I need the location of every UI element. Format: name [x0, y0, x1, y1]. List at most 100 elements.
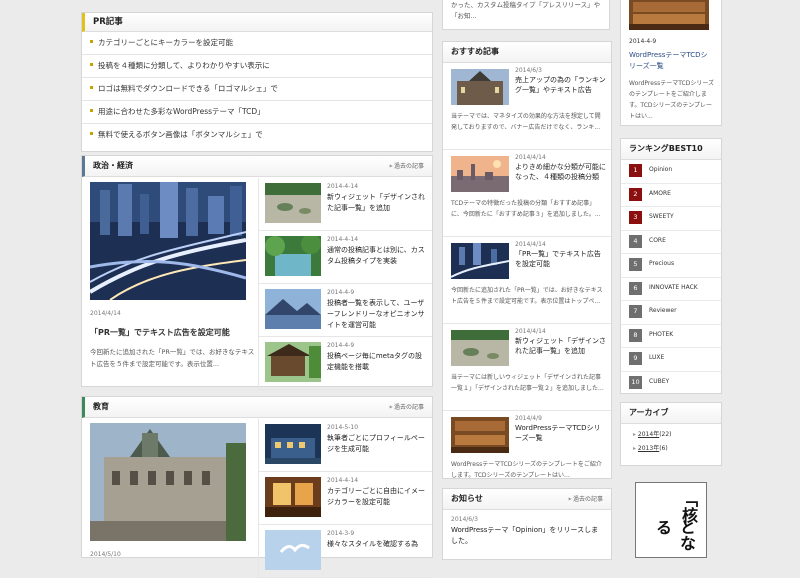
zen-garden-thumbnail[interactable]	[451, 330, 509, 366]
past-articles-link[interactable]: 過去の記事	[390, 156, 424, 177]
city-night-thumbnail[interactable]	[451, 243, 509, 279]
rank-name[interactable]: AMORE	[649, 190, 671, 197]
item-title[interactable]: 売上アップの為の「ランキング一覧」やテキスト広告	[515, 75, 607, 95]
news-text[interactable]: WordPressテーマ「Opinion」をリリースしました。	[443, 523, 611, 547]
rank-name[interactable]: Precious	[649, 260, 674, 267]
item-title[interactable]: WordPressテーマTCDシリーズ一覧	[515, 423, 607, 443]
past-articles-link[interactable]: 過去の記事	[390, 397, 424, 418]
ranking-item[interactable]: 9 LUXE	[621, 348, 721, 372]
archive-year[interactable]: 2013年	[638, 445, 659, 452]
library-thumbnail[interactable]	[451, 417, 509, 453]
article-list: 2014-5-10 執筆者ごとにプロフィールページを生成可能 2014-4-14…	[258, 419, 432, 578]
ranking-item[interactable]: 10 CUBEY	[621, 372, 721, 395]
rank-name[interactable]: CUBEY	[649, 378, 669, 385]
ranking-item[interactable]: 4 CORE	[621, 231, 721, 254]
house-thumbnail[interactable]	[265, 342, 321, 382]
interior-thumbnail[interactable]	[265, 477, 321, 517]
building-night-thumbnail[interactable]	[265, 424, 321, 464]
list-item[interactable]: 2014-4-9 投稿ページ毎にmetaタグの設定機能を搭載	[258, 337, 432, 390]
item-title[interactable]: 執筆者ごとにプロフィールページを生成可能	[327, 433, 428, 455]
library-thumbnail[interactable]	[629, 0, 709, 30]
ranking-item[interactable]: 7 Reviewer	[621, 301, 721, 325]
rank-number: 9	[629, 352, 642, 365]
item-excerpt: WordPressテーマTCDシリーズのテンプレートをご紹介します。TCDシリー…	[451, 461, 602, 479]
rank-number: 2	[629, 187, 642, 201]
stone-building-image[interactable]	[90, 423, 246, 541]
item-date: 2014-4-14	[327, 477, 359, 484]
pr-item[interactable]: 投稿を４種類に分類して、よりわかりやすい表示に	[82, 55, 432, 78]
item-title[interactable]: 新ウィジェット「デザインされた記事一覧」を追加	[515, 336, 607, 356]
archive-item[interactable]: 2013年(6)	[621, 438, 721, 452]
item-title[interactable]: カテゴリーごとに自由にイメージカラーを設定可能	[327, 486, 428, 508]
article-title[interactable]: 「PR一覧」でテキスト広告を設定可能	[90, 327, 256, 338]
past-articles-link[interactable]: 過去の記事	[569, 489, 603, 510]
pr-item[interactable]: カテゴリーごとにキーカラーを設定可能	[82, 32, 432, 55]
previous-widget-excerpt: かった、カスタム投稿タイプ「プレスリリース」や「お知...	[442, 0, 610, 30]
pr-title: PR記事	[82, 13, 432, 32]
category-education: 教育 過去の記事 2014/5/10 2014-5-10 執筆者ごとにプロフィー…	[81, 396, 433, 578]
featured-article[interactable]: 2014/4/14 「PR一覧」でテキスト広告を設定可能 今回新たに追加された「…	[88, 182, 256, 370]
ranking-box: ランキングBEST10 1 Opinion 2 AMORE 3 SWEETY 4 COR…	[620, 138, 722, 394]
list-item[interactable]: 2014/6/3 売上アップの為の「ランキング一覧」やテキスト広告 当テーマでは…	[443, 63, 611, 150]
list-item[interactable]: 2014/4/14 「PR一覧」でテキスト広告を設定可能 今回新たに追加された「…	[443, 237, 611, 324]
item-title[interactable]: 新ウィジェット「デザインされた記事一覧」を追加	[327, 192, 428, 214]
item-title[interactable]: 様々なスタイルを確認する為	[327, 539, 428, 550]
item-date: 2014-4-9	[629, 38, 657, 45]
pr-item[interactable]: 用途に合わせた多彩なWordPressテーマ「TCD」	[82, 101, 432, 124]
old-building-thumbnail[interactable]	[451, 69, 509, 105]
city-night-image[interactable]	[88, 182, 247, 301]
article-date: 2014/4/14	[90, 310, 121, 317]
ranking-item[interactable]: 3 SWEETY	[621, 207, 721, 231]
recommended-box: おすすめ記事 2014/6/3 売上アップの為の「ランキング一覧」やテキスト広告…	[442, 41, 612, 479]
rank-name[interactable]: INNOVATE HACK	[649, 284, 698, 291]
archive-count: (6)	[659, 445, 668, 452]
list-item[interactable]: 2014-5-10 執筆者ごとにプロフィールページを生成可能	[258, 419, 432, 472]
column-widget: 2014-4-9 WordPressテーマTCDシリーズ一覧 WordPress…	[620, 0, 722, 126]
ranking-item[interactable]: 2 AMORE	[621, 184, 721, 207]
item-title[interactable]: 投稿ページ毎にmetaタグの設定機能を搭載	[327, 351, 428, 373]
news-date: 2014/6/3	[451, 516, 478, 523]
item-title[interactable]: 「PR一覧」でテキスト広告を設定可能	[515, 249, 607, 269]
item-date: 2014/6/3	[515, 67, 542, 74]
item-excerpt: WordPressテーマTCDシリーズのテンプレートをご紹介します。TCDシリー…	[629, 80, 715, 120]
rank-name[interactable]: SWEETY	[649, 213, 674, 220]
list-item[interactable]: 2014-4-9 投稿者一覧を表示して、ユーザーフレンドリーなオピニオンサイトを…	[258, 284, 432, 337]
forest-river-thumbnail[interactable]	[265, 236, 321, 276]
city-sunset-thumbnail[interactable]	[451, 156, 509, 192]
item-title[interactable]: WordPressテーマTCDシリーズ一覧	[629, 50, 713, 72]
list-item[interactable]: 2014/4/9 WordPressテーマTCDシリーズ一覧 WordPress…	[443, 411, 611, 497]
item-title[interactable]: 投稿者一覧を表示して、ユーザーフレンドリーなオピニオンサイトを運営可能	[327, 298, 428, 331]
item-excerpt: 今回新たに追加された「PR一覧」では、お好きなテキスト広告を５件まで設定可能です…	[451, 287, 603, 305]
pr-item[interactable]: 無料で使えるボタン画像は「ボタンマルシェ」で	[82, 124, 432, 146]
item-date: 2014-5-10	[327, 424, 359, 431]
ranking-item[interactable]: 5 Precious	[621, 254, 721, 278]
rank-number: 6	[629, 281, 642, 295]
archive-item[interactable]: 2014年(22)	[621, 424, 721, 438]
list-item[interactable]: 2014-4-14 新ウィジェット「デザインされた記事一覧」を追加	[258, 178, 432, 231]
archive-year[interactable]: 2014年	[638, 431, 659, 438]
list-item[interactable]: 2014/4/14 よりきめ細かな分類が可能になった、４種類の投稿分類 TCDテ…	[443, 150, 611, 237]
list-item[interactable]: 2014-4-14 通常の投稿記事とは別に、カスタム投稿タイプを実装	[258, 231, 432, 284]
mountain-lake-thumbnail[interactable]	[265, 289, 321, 329]
ranking-item[interactable]: 8 PHOTEK	[621, 325, 721, 348]
rank-name[interactable]: LUXE	[649, 354, 664, 361]
list-item[interactable]: 2014-4-14 カテゴリーごとに自由にイメージカラーを設定可能	[258, 472, 432, 525]
pr-item[interactable]: ロゴは無料でダウンロードできる「ロゴマルシェ」で	[82, 78, 432, 101]
ranking-item[interactable]: 1 Opinion	[621, 160, 721, 184]
list-item[interactable]: 2014-3-9 様々なスタイルを確認する為	[258, 525, 432, 578]
category-header: 政治・経済 過去の記事	[82, 156, 432, 177]
rank-name[interactable]: Opinion	[649, 166, 672, 173]
vertical-ad-banner[interactable]: 「核 となる	[635, 482, 707, 558]
seagull-thumbnail[interactable]	[265, 530, 321, 570]
rank-name[interactable]: CORE	[649, 237, 666, 244]
item-title[interactable]: よりきめ細かな分類が可能になった、４種類の投稿分類	[515, 162, 607, 182]
featured-article[interactable]: 2014/5/10	[90, 423, 256, 558]
rank-name[interactable]: Reviewer	[649, 307, 677, 314]
item-excerpt: 当テーマでは、マネタイズの効果的な方法を想定して開発しておりますので、バナー広告…	[451, 113, 601, 131]
list-item[interactable]: 2014/4/14 新ウィジェット「デザインされた記事一覧」を追加 当テーマには…	[443, 324, 611, 411]
archive-count: (22)	[659, 431, 672, 438]
zen-garden-thumbnail[interactable]	[265, 183, 321, 223]
rank-name[interactable]: PHOTEK	[649, 331, 673, 338]
item-title[interactable]: 通常の投稿記事とは別に、カスタム投稿タイプを実装	[327, 245, 428, 267]
ranking-item[interactable]: 6 INNOVATE HACK	[621, 278, 721, 301]
